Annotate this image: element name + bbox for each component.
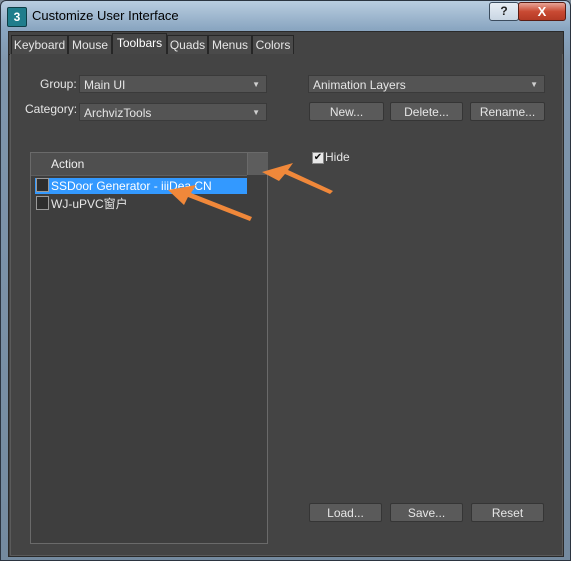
arrow-annotation-right xyxy=(262,163,333,194)
arrow-annotation-left xyxy=(168,185,252,221)
annotation-arrows xyxy=(168,163,333,221)
